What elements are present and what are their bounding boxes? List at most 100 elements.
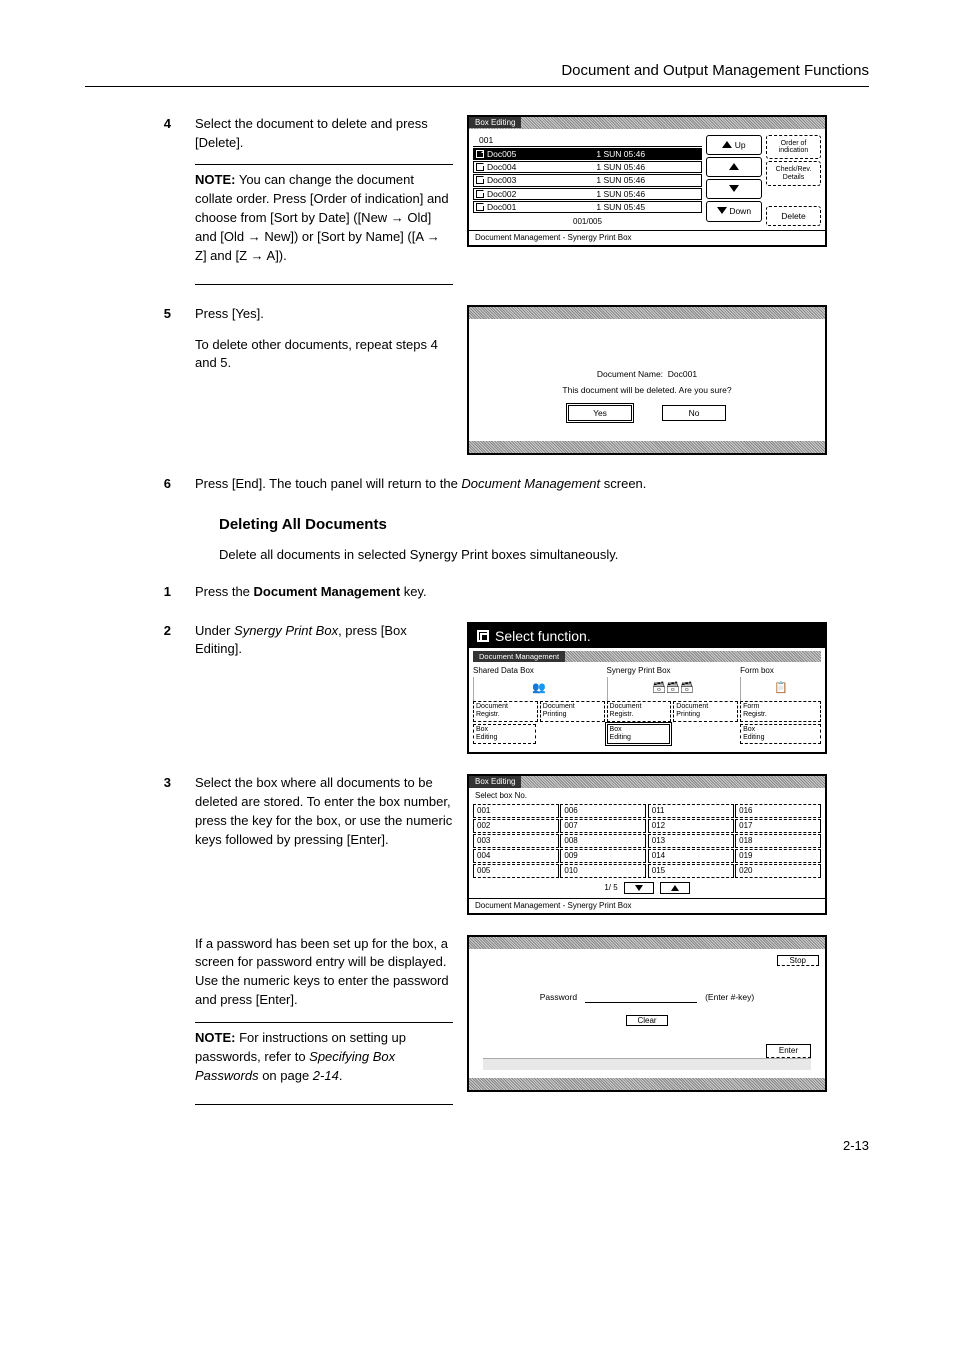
step-number: 2	[85, 622, 195, 755]
step-text: Press [End]. The touch panel will return…	[195, 475, 869, 494]
document-row[interactable]: Doc0041 SUN 05:46	[473, 161, 702, 173]
box-cell[interactable]: 005	[473, 864, 559, 878]
col-synergy-print-box: Synergy Print Box	[607, 666, 739, 676]
note-block: NOTE: For instructions on setting up pas…	[195, 1022, 453, 1105]
step-text: Press [Yes]. To delete other documents, …	[195, 305, 453, 456]
check-rev-details-button[interactable]: Check/Rev. Details	[766, 161, 821, 186]
function-icon	[477, 630, 489, 642]
box-cell[interactable]: 016	[735, 804, 821, 818]
paragraph: If a password has been set up for the bo…	[195, 935, 453, 1010]
paragraph: To delete other documents, repeat steps …	[195, 336, 453, 374]
page-header: Document and Output Management Functions	[85, 60, 869, 87]
box-editing-button[interactable]: BoxEditing	[473, 724, 536, 745]
document-row[interactable]: Doc0031 SUN 05:46	[473, 174, 702, 186]
pager-label: 1/ 5	[604, 883, 617, 893]
password-hint: (Enter #-key)	[705, 992, 754, 1002]
password-block: If a password has been set up for the bo…	[85, 935, 869, 1105]
screen-breadcrumb: Document Management - Synergy Print Box	[469, 898, 825, 913]
screen-password-entry: Stop Password (Enter #-key) Clear Enter	[467, 935, 827, 1092]
delete-button[interactable]: Delete	[766, 206, 821, 226]
document-printing-button-2[interactable]: DocumentPrinting	[673, 701, 738, 722]
screen-tab: Box Editing	[469, 117, 521, 129]
screen-sub-tab: Document Management	[473, 651, 565, 662]
box-cell[interactable]: 018	[735, 834, 821, 848]
stop-button[interactable]: Stop	[777, 955, 819, 967]
box-cell[interactable]: 006	[560, 804, 646, 818]
note-block: NOTE: You can change the document collat…	[195, 164, 453, 284]
step-6: 6 Press [End]. The touch panel will retu…	[85, 475, 869, 494]
no-button[interactable]: No	[662, 405, 726, 421]
form-box-icon: 📋	[740, 677, 821, 701]
screen-box-editing-list: Box Editing 001 Doc0051 SUN 05:46Doc0041…	[467, 115, 827, 247]
screen-confirm-delete: Document Name: Doc001 This document will…	[467, 305, 827, 456]
box-cell[interactable]: 020	[735, 864, 821, 878]
box-cell[interactable]: 007	[560, 819, 646, 833]
document-printing-button[interactable]: DocumentPrinting	[540, 701, 605, 722]
box-cell[interactable]: 001	[473, 804, 559, 818]
select-box-label: Select box No.	[469, 788, 825, 804]
box-cell[interactable]: 004	[473, 849, 559, 863]
step-number: 6	[85, 475, 195, 494]
order-of-indication-button[interactable]: Order of indication	[766, 135, 821, 160]
document-row[interactable]: Doc0011 SUN 05:45	[473, 201, 702, 213]
step-b3: 3 Select the box where all documents to …	[85, 774, 869, 914]
box-cell[interactable]: 019	[735, 849, 821, 863]
step-b1: 1 Press the Document Management key.	[85, 583, 869, 602]
document-registr-button[interactable]: DocumentRegistr.	[473, 701, 538, 722]
screen-title: Select function.	[495, 628, 591, 645]
password-input[interactable]	[585, 991, 697, 1003]
clear-button[interactable]: Clear	[626, 1015, 667, 1027]
password-label: Password	[540, 992, 577, 1002]
box-cell[interactable]: 003	[473, 834, 559, 848]
box-cell[interactable]: 013	[648, 834, 734, 848]
page-number: 2-13	[85, 1137, 869, 1156]
down-button[interactable]: Down	[706, 201, 762, 221]
document-name-label: Document Name:	[597, 369, 663, 379]
step-text: Select the box where all documents to be…	[195, 774, 453, 914]
synergy-print-box-icon: 🗃🗃🗃	[607, 677, 739, 701]
scroll-down-button[interactable]	[706, 179, 762, 199]
document-row[interactable]: Doc0021 SUN 05:46	[473, 188, 702, 200]
paragraph: Select the box where all documents to be…	[195, 774, 453, 849]
step-number: 3	[85, 774, 195, 914]
page-up-button[interactable]	[660, 882, 690, 894]
section-title: Deleting All Documents	[219, 514, 869, 536]
step-text: If a password has been set up for the bo…	[195, 935, 453, 1105]
box-cell[interactable]: 009	[560, 849, 646, 863]
page-down-button[interactable]	[624, 882, 654, 894]
box-cell[interactable]: 002	[473, 819, 559, 833]
box-cell[interactable]: 012	[648, 819, 734, 833]
form-registr-button[interactable]: FormRegistr.	[740, 701, 821, 722]
step-number: 1	[85, 583, 195, 602]
section-intro: Delete all documents in selected Synergy…	[219, 546, 869, 565]
paragraph: Select the document to delete and press …	[195, 115, 453, 153]
col-shared-data-box: Shared Data Box	[473, 666, 605, 676]
box-cell[interactable]: 008	[560, 834, 646, 848]
step-b2: 2 Under Synergy Print Box, press [Box Ed…	[85, 622, 869, 755]
screen-breadcrumb: Document Management - Synergy Print Box	[469, 230, 825, 245]
box-cell[interactable]: 010	[560, 864, 646, 878]
box-cell[interactable]: 015	[648, 864, 734, 878]
confirm-message: This document will be deleted. Are you s…	[479, 385, 815, 395]
box-editing-button-selected[interactable]: BoxEditing	[607, 724, 670, 745]
step-text: Select the document to delete and press …	[195, 115, 453, 285]
box-cell[interactable]: 014	[648, 849, 734, 863]
step-4: 4 Select the document to delete and pres…	[85, 115, 869, 285]
step-text: Under Synergy Print Box, press [Box Edit…	[195, 622, 453, 755]
document-registr-button-2[interactable]: DocumentRegistr.	[607, 701, 672, 722]
document-row[interactable]: Doc0051 SUN 05:46	[473, 148, 702, 160]
enter-button[interactable]: Enter	[766, 1044, 811, 1058]
box-cell[interactable]: 017	[735, 819, 821, 833]
screen-select-box: Box Editing Select box No. 0010060110160…	[467, 774, 827, 914]
yes-button[interactable]: Yes	[568, 405, 632, 421]
box-editing-button-3[interactable]: BoxEditing	[740, 724, 821, 745]
step-number: 4	[85, 115, 195, 285]
scroll-up-button[interactable]	[706, 157, 762, 177]
document-name-value: Doc001	[668, 369, 697, 379]
box-number-label: 001	[473, 135, 702, 147]
up-button[interactable]: Up	[706, 135, 762, 155]
paragraph: Press [Yes].	[195, 305, 453, 324]
step-5: 5 Press [Yes]. To delete other documents…	[85, 305, 869, 456]
box-cell[interactable]: 011	[648, 804, 734, 818]
col-form-box: Form box	[740, 666, 821, 676]
